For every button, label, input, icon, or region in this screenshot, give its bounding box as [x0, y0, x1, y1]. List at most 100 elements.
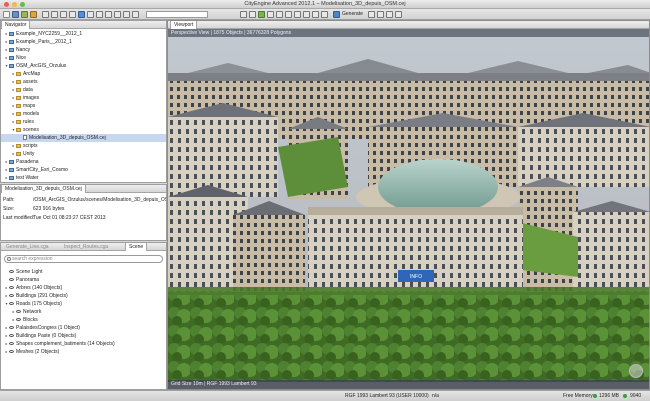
rotate-tool-icon[interactable]: [60, 11, 67, 18]
viewport-tabbar: Viewport: [168, 21, 649, 29]
tab-inspect-routes[interactable]: Inspect_Routes.cga: [61, 243, 111, 251]
tree-item[interactable]: ▸ Buildings Paste (0 Objects): [1, 332, 166, 340]
terrain-tool-icon[interactable]: [258, 11, 265, 18]
city-3d-scene[interactable]: INFO: [168, 37, 650, 382]
visibility-eye-icon[interactable]: [9, 278, 14, 282]
camera-tool-icon[interactable]: [132, 11, 139, 18]
navigation-compass-icon[interactable]: [629, 364, 643, 378]
move-tool-icon[interactable]: [51, 11, 58, 18]
tree-item-label: Panorama: [16, 277, 40, 283]
tree-item[interactable]: ▸ Arbres (140 Objects): [1, 284, 166, 292]
tab-scene[interactable]: Scene: [125, 243, 148, 251]
tree-item[interactable]: ▸ Nancy: [1, 46, 166, 54]
tree-item[interactable]: ▸ Example_NYC2259__2012_1: [1, 30, 166, 38]
bookmark-icon[interactable]: [294, 11, 301, 18]
selection-filter-icon[interactable]: [285, 11, 292, 18]
select-tool-icon[interactable]: [42, 11, 49, 18]
visibility-eye-icon[interactable]: [9, 326, 14, 330]
visibility-eye-icon[interactable]: [9, 294, 14, 298]
project-icon: [9, 159, 14, 164]
grid-tool-icon[interactable]: [114, 11, 121, 18]
generate-icon[interactable]: [333, 11, 340, 18]
tree-item[interactable]: ▸ images: [1, 94, 166, 102]
status-bar: RGF 1993 Lambert 93 (USER 10000) n/a Fre…: [0, 390, 650, 401]
tree-item[interactable]: ▸ rules: [1, 118, 166, 126]
close-window-button[interactable]: [4, 2, 9, 7]
visibility-eye-icon[interactable]: [9, 334, 14, 338]
tree-item[interactable]: ▸ Example_Paris__2012_1: [1, 38, 166, 46]
visibility-eye-icon[interactable]: [16, 318, 21, 322]
cleanup-icon[interactable]: [368, 11, 375, 18]
tree-item[interactable]: ▸ maps: [1, 102, 166, 110]
snap-tool-icon[interactable]: [105, 11, 112, 18]
memory-icon-2: [623, 394, 627, 398]
save-icon[interactable]: [12, 11, 19, 18]
tab-navigator[interactable]: Navigator: [1, 21, 31, 29]
layer-tool-icon[interactable]: [240, 11, 247, 18]
tree-item[interactable]: ▾ scenes: [1, 126, 166, 134]
tree-item[interactable]: ▸ Unity: [1, 150, 166, 158]
tree-item-label: test Water: [16, 175, 39, 181]
tree-item[interactable]: ▸ ArcMap: [1, 70, 166, 78]
tree-item[interactable]: Modelisation_3D_depuis_OSM.cej: [1, 134, 166, 142]
polygon-tool-icon[interactable]: [78, 11, 85, 18]
minimize-window-button[interactable]: [12, 2, 17, 7]
tree-item-label: Modelisation_3D_depuis_OSM.cej: [29, 135, 106, 141]
material-tool-icon[interactable]: [267, 11, 274, 18]
export-icon[interactable]: [312, 11, 319, 18]
scale-tool-icon[interactable]: [69, 11, 76, 18]
shape-tool-icon[interactable]: [96, 11, 103, 18]
tree-item[interactable]: ▸ data: [1, 86, 166, 94]
tree-item[interactable]: ▸ SmartCity_Esri_Cosmo: [1, 166, 166, 174]
memory-icon: [593, 394, 597, 398]
tree-item[interactable]: ▾ OSM_ArcGIS_Orzulus: [1, 62, 166, 70]
tree-item[interactable]: ▸ models: [1, 110, 166, 118]
tree-item[interactable]: ▸Versailles_Chartier: [1, 182, 166, 183]
measure-tool-icon[interactable]: [123, 11, 130, 18]
street-tool-icon[interactable]: [87, 11, 94, 18]
tree-item-label: Example_Paris__2012_1: [16, 39, 72, 45]
new-file-icon[interactable]: [3, 11, 10, 18]
inspector-icon[interactable]: [395, 11, 402, 18]
expand-arrow-icon[interactable]: ▸: [4, 182, 9, 183]
tree-item-label: Buildings Paste (0 Objects): [16, 333, 77, 339]
tree-item[interactable]: ▸ Blocks: [1, 316, 166, 324]
generate-button[interactable]: Generate: [342, 11, 363, 18]
zoom-window-button[interactable]: [20, 2, 25, 7]
object-tool-icon[interactable]: [249, 11, 256, 18]
visibility-eye-icon[interactable]: [9, 350, 14, 354]
tree-item[interactable]: ▸ PalaisdesCongres (1 Object): [1, 324, 166, 332]
tab-file-properties[interactable]: Modelisation_3D_depuis_OSM.cej: [1, 185, 86, 193]
tab-generate-line[interactable]: Generate_Line.cga: [3, 243, 52, 251]
ruler-tool-icon[interactable]: [276, 11, 283, 18]
python-console-icon[interactable]: [386, 11, 393, 18]
visibility-icon[interactable]: [303, 11, 310, 18]
folder-icon: [16, 127, 21, 132]
tree-item[interactable]: ▾ Roads (175 Objects): [1, 300, 166, 308]
visibility-eye-icon[interactable]: [9, 342, 14, 346]
tree-item[interactable]: ▸ Pasadena: [1, 158, 166, 166]
tree-item[interactable]: ▸ scripts: [1, 142, 166, 150]
align-icon[interactable]: [377, 11, 384, 18]
visibility-eye-icon[interactable]: [9, 286, 14, 290]
tree-item[interactable]: ▸ Nice: [1, 54, 166, 62]
visibility-eye-icon[interactable]: [9, 302, 14, 306]
visibility-eye-icon[interactable]: [16, 310, 21, 314]
tree-item[interactable]: ▸ assets: [1, 78, 166, 86]
undo-icon[interactable]: [21, 11, 28, 18]
toolbar-search-field[interactable]: [146, 11, 208, 18]
tree-item-label: Blocks: [23, 317, 38, 323]
tree-item[interactable]: Scene Light: [1, 268, 166, 276]
tree-item[interactable]: ▸ Meshes (2 Objects): [1, 348, 166, 356]
tab-viewport[interactable]: Viewport: [170, 21, 198, 29]
visibility-eye-icon[interactable]: [9, 270, 14, 274]
tree-item[interactable]: ▸ Shapes complement_batiments (14 Objects…: [1, 340, 166, 348]
tree-item[interactable]: Panorama: [1, 276, 166, 284]
tree-item[interactable]: ▸ Buildings (291 Objects): [1, 292, 166, 300]
scene-search-input[interactable]: search expression: [4, 255, 163, 263]
viewport-panel[interactable]: Viewport Perspective View | 1875 Objects…: [167, 20, 650, 390]
render-settings-icon[interactable]: [321, 11, 328, 18]
tree-item[interactable]: ▸ Network: [1, 308, 166, 316]
tree-item[interactable]: ▸ test Water: [1, 174, 166, 182]
tool-icon[interactable]: [30, 11, 37, 18]
